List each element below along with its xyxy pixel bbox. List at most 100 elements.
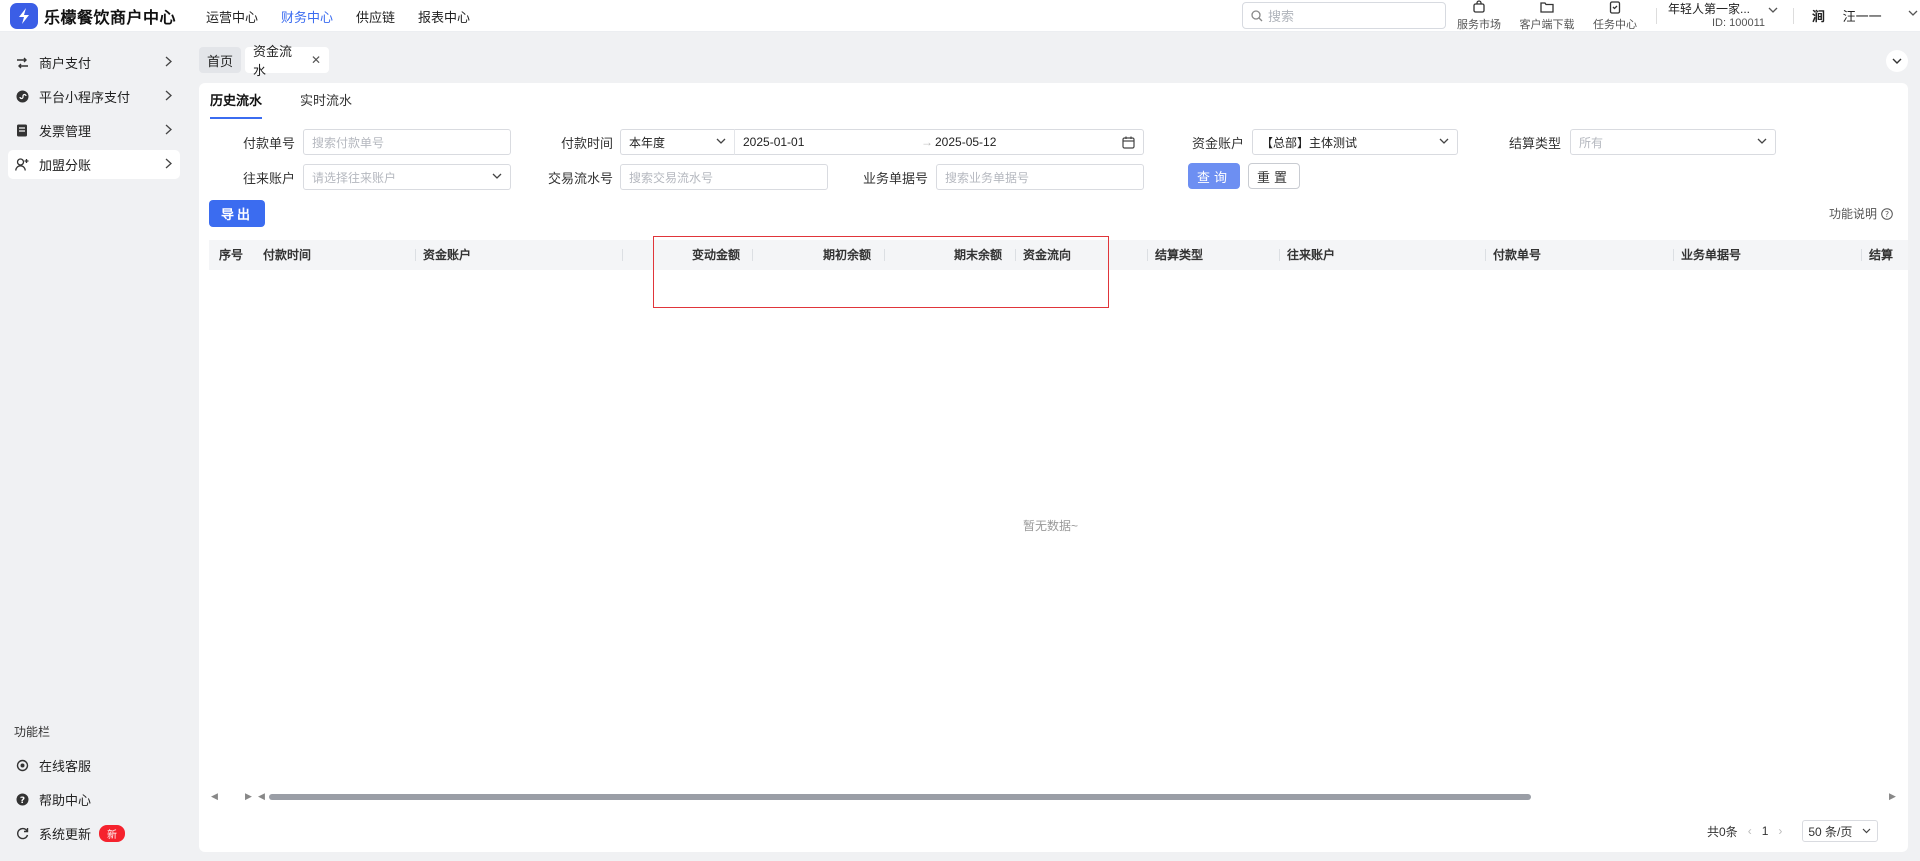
sidebar-item-label: 商户支付: [39, 56, 92, 71]
column-divider: [1673, 249, 1674, 261]
arrow-right-icon: →: [921, 135, 933, 149]
scroll-right-icon[interactable]: ▶: [245, 791, 252, 802]
sidebar-item-invoice[interactable]: 发票管理: [8, 116, 180, 145]
page-size-value: 50 条/页: [1808, 824, 1853, 839]
query-button[interactable]: 查询: [1188, 163, 1240, 189]
column-header-index: 序号: [219, 248, 244, 262]
sidebar: 商户支付 平台小程序支付 发票管理 加盟分账 功能栏 在线客服 ? 帮助中心 系…: [0, 32, 190, 861]
biz-no-input[interactable]: 搜索业务单据号: [936, 164, 1144, 190]
column-divider: [622, 249, 623, 261]
service-market-button[interactable]: 服务市场: [1451, 0, 1507, 32]
sidebar-item-franchise-split[interactable]: 加盟分账: [8, 150, 180, 179]
column-header-fund-account: 资金账户: [423, 248, 472, 262]
sidebar-item-label: 系统更新: [39, 827, 92, 842]
sidebar-item-help-center[interactable]: ? 帮助中心: [8, 785, 180, 814]
pagination-total: 共0条: [1707, 824, 1738, 839]
merchant-switcher[interactable]: 年轻人第一家... ID: 100011: [1668, 0, 1778, 29]
chevron-down-icon: [1757, 138, 1767, 144]
fund-account-select[interactable]: 【总部】主体测试: [1252, 129, 1458, 155]
counter-account-select[interactable]: 请选择往来账户: [303, 164, 511, 190]
page-size-select[interactable]: 50 条/页: [1802, 820, 1879, 842]
sidebar-item-label: 发票管理: [39, 124, 92, 139]
logo-icon: [10, 3, 38, 29]
pagination: 共0条 ‹ 1 › 50 条/页: [1707, 820, 1879, 842]
sidebar-item-miniprogram-payment[interactable]: 平台小程序支付: [8, 82, 180, 111]
empty-state-text: 暂无数据~: [1023, 519, 1079, 533]
chevron-left-icon[interactable]: ‹: [1748, 824, 1752, 838]
column-header-settle-type: 结算类型: [1155, 248, 1204, 262]
tabs-collapse-button[interactable]: [1886, 50, 1908, 72]
scroll-left-icon[interactable]: ◀: [258, 791, 265, 802]
txn-no-input[interactable]: 搜索交易流水号: [620, 164, 828, 190]
subtab-realtime-flow[interactable]: 实时流水: [300, 83, 352, 119]
pay-time-date-range[interactable]: 2025-01-01 → 2025-05-12: [734, 129, 1144, 155]
settle-type-select[interactable]: 所有: [1570, 129, 1776, 155]
topnav-item-operations[interactable]: 运营中心: [206, 7, 258, 26]
clipboard-icon: [1609, 1, 1621, 14]
headset-icon: [15, 759, 29, 773]
chevron-down-icon: [1439, 138, 1449, 144]
help-icon: ?: [15, 793, 29, 807]
highlight-annotation-box: [653, 236, 1109, 308]
topnav-item-finance[interactable]: 财务中心: [281, 7, 333, 26]
divider: [1656, 8, 1657, 24]
miniprogram-icon: [15, 90, 29, 104]
column-divider: [1279, 249, 1280, 261]
column-header-counter-account: 往来账户: [1287, 248, 1336, 262]
column-divider: [1485, 249, 1486, 261]
user-avatar: 涧: [1812, 9, 1826, 24]
column-divider: [1147, 249, 1148, 261]
merchant-id: ID: 100011: [1712, 17, 1766, 29]
sidebar-item-online-service[interactable]: 在线客服: [8, 751, 180, 780]
tab-home[interactable]: 首页: [199, 47, 241, 73]
subtabs: 历史流水 实时流水: [210, 83, 390, 119]
txn-no-label: 交易流水号: [548, 171, 614, 186]
reset-button[interactable]: 重置: [1248, 163, 1300, 189]
user-menu[interactable]: 涧 汪一一: [1812, 6, 1918, 25]
client-download-button[interactable]: 客户端下载: [1519, 0, 1575, 32]
chevron-down-icon: [1908, 10, 1918, 16]
chevron-down-icon: [1768, 7, 1778, 13]
shop-bag-icon: [1473, 0, 1485, 13]
pay-time-range-select[interactable]: 本年度: [620, 129, 734, 155]
pay-time-start-date: 2025-01-01: [743, 135, 805, 149]
sidebar-item-system-update[interactable]: 系统更新 新: [8, 819, 180, 848]
biz-no-placeholder: 搜索业务单据号: [945, 170, 1030, 185]
subtab-history-flow[interactable]: 历史流水: [210, 83, 263, 119]
counter-account-label: 往来账户: [243, 171, 296, 186]
pagination-current-page[interactable]: 1: [1762, 824, 1769, 838]
column-header-biz-no: 业务单据号: [1681, 248, 1742, 262]
topnav-item-reports[interactable]: 报表中心: [418, 7, 470, 26]
tab-fund-flow[interactable]: 资金流水 ✕: [245, 44, 329, 78]
export-button[interactable]: 导出: [209, 200, 265, 227]
settle-type-placeholder: 所有: [1579, 135, 1604, 150]
function-help-link[interactable]: 功能说明 ?: [1829, 205, 1893, 222]
topnav-item-supply-chain[interactable]: 供应链: [356, 7, 395, 26]
task-center-button[interactable]: 任务中心: [1587, 0, 1643, 32]
sidebar-section-title: 功能栏: [14, 725, 51, 739]
chevron-right-icon: [165, 56, 172, 67]
sidebar-item-merchant-payment[interactable]: 商户支付: [8, 48, 180, 77]
scroll-right-icon[interactable]: ▶: [1889, 791, 1896, 802]
new-badge: 新: [99, 825, 126, 842]
top-bar: 乐檬餐饮商户中心 运营中心 财务中心 供应链 报表中心 搜索 服务市场 客户端下…: [0, 0, 1920, 32]
chevron-down-icon: [1892, 58, 1902, 64]
column-divider: [1861, 249, 1862, 261]
biz-no-label: 业务单据号: [863, 171, 929, 186]
horizontal-scrollbar[interactable]: ◀ ▶ ◀ ▶: [209, 791, 1899, 803]
search-input[interactable]: 搜索: [1242, 2, 1446, 29]
column-header-pay-no: 付款单号: [1493, 248, 1542, 262]
sidebar-item-label: 在线客服: [39, 759, 92, 774]
pay-no-input[interactable]: 搜索付款单号: [303, 129, 511, 155]
scrollbar-thumb[interactable]: [269, 794, 1531, 800]
question-circle-icon: ?: [1881, 207, 1893, 220]
counter-account-placeholder: 请选择往来账户: [312, 170, 397, 185]
close-icon[interactable]: ✕: [311, 53, 321, 67]
task-center-label: 任务中心: [1593, 19, 1637, 31]
chevron-right-icon: [165, 158, 172, 169]
app-logo[interactable]: 乐檬餐饮商户中心: [10, 3, 176, 29]
chevron-right-icon: [165, 124, 172, 135]
chevron-right-icon[interactable]: ›: [1778, 824, 1782, 838]
refresh-icon: [15, 827, 29, 841]
scroll-left-icon[interactable]: ◀: [211, 791, 218, 802]
